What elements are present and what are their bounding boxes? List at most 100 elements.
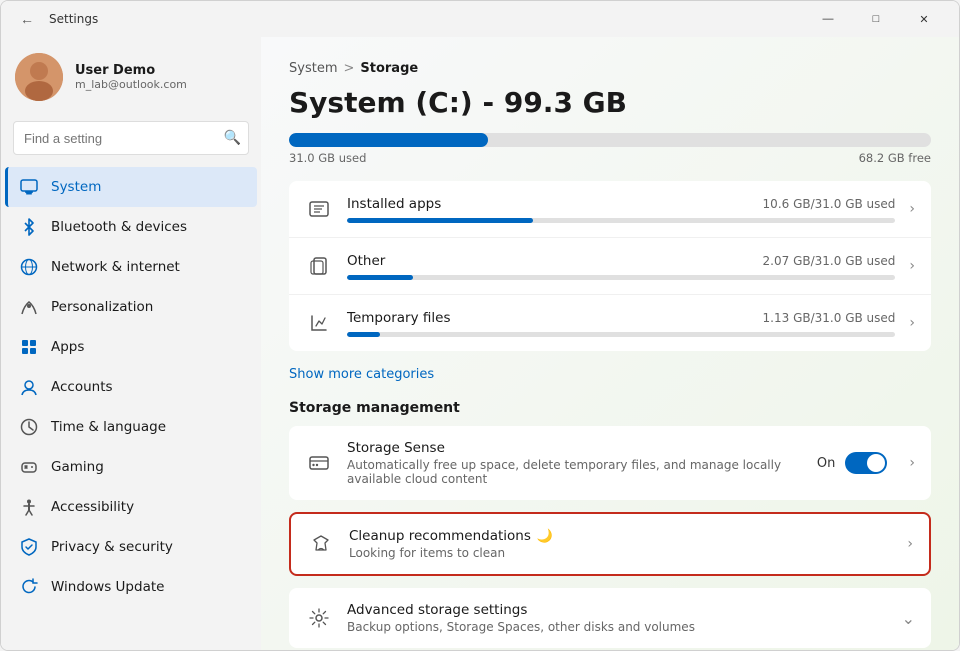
nav-icon-accounts [19, 377, 39, 397]
mgmt-item-title-storage-sense: Storage Sense [347, 440, 803, 456]
page-title: System (C:) - 99.3 GB [289, 86, 931, 119]
toggle-row-storage-sense: On [817, 452, 887, 474]
sidebar-item-apps[interactable]: Apps [5, 327, 257, 367]
nav-label-accessibility: Accessibility [51, 499, 134, 515]
toggle-label-storage-sense: On [817, 456, 835, 471]
titlebar-left: ← Settings [13, 5, 98, 33]
nav-label-personalization: Personalization [51, 299, 153, 315]
nav-container: System Bluetooth & devices Network & int… [1, 167, 261, 607]
chevron-right-icon: › [909, 258, 915, 274]
nav-label-privacy: Privacy & security [51, 539, 173, 555]
storage-item-bar-bg [347, 218, 895, 223]
window-controls: — □ ✕ [805, 3, 947, 35]
avatar [15, 53, 63, 101]
breadcrumb-parent: System [289, 61, 337, 76]
sidebar-item-privacy[interactable]: Privacy & security [5, 527, 257, 567]
sidebar-item-update[interactable]: Windows Update [5, 567, 257, 607]
storage-used-label: 31.0 GB used [289, 151, 366, 165]
toggle-knob-storage-sense [867, 454, 885, 472]
storage-item-installed-apps[interactable]: Installed apps 10.6 GB/31.0 GB used › [289, 181, 931, 238]
nav-icon-accessibility [19, 497, 39, 517]
sidebar-item-network[interactable]: Network & internet [5, 247, 257, 287]
mgmt-item-advanced[interactable]: Advanced storage settings Backup options… [289, 588, 931, 648]
mgmt-item-icon-advanced [305, 604, 333, 632]
storage-item-icon [305, 195, 333, 223]
storage-item-size: 10.6 GB/31.0 GB used [763, 197, 896, 211]
mgmt-item-title-cleanup: Cleanup recommendations 🌙 [349, 528, 893, 544]
chevron-right-icon: › [907, 536, 913, 552]
storage-labels: 31.0 GB used 68.2 GB free [289, 151, 931, 165]
window-title: Settings [49, 12, 98, 26]
storage-overview: 31.0 GB used 68.2 GB free [289, 133, 931, 165]
nav-label-update: Windows Update [51, 579, 164, 595]
nav-icon-system [19, 177, 39, 197]
storage-item-temporary-files[interactable]: Temporary files 1.13 GB/31.0 GB used › [289, 295, 931, 351]
titlebar: ← Settings — □ ✕ [1, 1, 959, 37]
mgmt-item-cleanup[interactable]: Cleanup recommendations 🌙 Looking for it… [291, 514, 929, 574]
storage-item-header: Installed apps 10.6 GB/31.0 GB used [347, 196, 895, 212]
storage-item-bar-fill [347, 275, 413, 280]
nav-icon-time [19, 417, 39, 437]
storage-item-bar-bg [347, 332, 895, 337]
advanced-section: Advanced storage settings Backup options… [289, 588, 931, 648]
mgmt-item-icon-cleanup [307, 530, 335, 558]
content-area: System > Storage System (C:) - 99.3 GB 3… [261, 37, 959, 650]
back-button[interactable]: ← [13, 5, 41, 33]
storage-item-name: Installed apps [347, 196, 441, 212]
storage-item-name: Temporary files [347, 310, 451, 326]
maximize-button[interactable]: □ [853, 3, 899, 35]
sidebar-item-bluetooth[interactable]: Bluetooth & devices [5, 207, 257, 247]
mgmt-item-desc-cleanup: Looking for items to clean [349, 546, 893, 560]
sidebar-item-accounts[interactable]: Accounts [5, 367, 257, 407]
search-input[interactable] [13, 121, 249, 155]
sidebar-item-gaming[interactable]: Gaming [5, 447, 257, 487]
sidebar-item-system[interactable]: System [5, 167, 257, 207]
storage-bar-container [289, 133, 931, 147]
sidebar-item-time[interactable]: Time & language [5, 407, 257, 447]
user-email: m_lab@outlook.com [75, 78, 187, 91]
storage-item-icon [305, 252, 333, 280]
storage-item-icon [305, 309, 333, 337]
sidebar-item-accessibility[interactable]: Accessibility [5, 487, 257, 527]
nav-label-time: Time & language [51, 419, 166, 435]
nav-label-accounts: Accounts [51, 379, 113, 395]
user-name: User Demo [75, 63, 187, 78]
storage-item-bar-fill [347, 218, 533, 223]
nav-icon-privacy [19, 537, 39, 557]
mgmt-item-content-storage-sense: Storage Sense Automatically free up spac… [347, 440, 803, 486]
minimize-button[interactable]: — [805, 3, 851, 35]
storage-bar-fill [289, 133, 488, 147]
storage-free-label: 68.2 GB free [859, 151, 931, 165]
nav-icon-update [19, 577, 39, 597]
storage-item-content: Installed apps 10.6 GB/31.0 GB used [347, 196, 895, 223]
nav-icon-network [19, 257, 39, 277]
breadcrumb-current: Storage [360, 61, 418, 76]
mgmt-item-storage-sense[interactable]: Storage Sense Automatically free up spac… [289, 426, 931, 500]
nav-icon-apps [19, 337, 39, 357]
storage-item-size: 1.13 GB/31.0 GB used [763, 311, 896, 325]
main-layout: User Demo m_lab@outlook.com 🔍 System Blu… [1, 37, 959, 650]
close-button[interactable]: ✕ [901, 3, 947, 35]
loading-icon: 🌙 [537, 529, 553, 544]
toggle-storage-sense[interactable] [845, 452, 887, 474]
storage-items-section: Installed apps 10.6 GB/31.0 GB used › Ot… [289, 181, 931, 351]
mgmt-item-content-advanced: Advanced storage settings Backup options… [347, 602, 888, 634]
storage-item-header: Other 2.07 GB/31.0 GB used [347, 253, 895, 269]
cleanup-wrapper: Cleanup recommendations 🌙 Looking for it… [289, 512, 931, 576]
storage-item-bar-fill [347, 332, 380, 337]
nav-label-system: System [51, 179, 101, 195]
storage-item-other[interactable]: Other 2.07 GB/31.0 GB used › [289, 238, 931, 295]
chevron-right-icon: › [909, 455, 915, 471]
breadcrumb-separator: > [343, 61, 354, 76]
search-box: 🔍 [13, 121, 249, 155]
nav-icon-personalization [19, 297, 39, 317]
mgmt-item-desc-advanced: Backup options, Storage Spaces, other di… [347, 620, 888, 634]
nav-icon-bluetooth [19, 217, 39, 237]
show-more-link[interactable]: Show more categories [289, 367, 434, 382]
user-text: User Demo m_lab@outlook.com [75, 63, 187, 91]
sidebar-item-personalization[interactable]: Personalization [5, 287, 257, 327]
nav-label-gaming: Gaming [51, 459, 104, 475]
storage-item-name: Other [347, 253, 385, 269]
settings-window: ← Settings — □ ✕ User Demo m_ [0, 0, 960, 651]
chevron-right-icon: › [909, 315, 915, 331]
